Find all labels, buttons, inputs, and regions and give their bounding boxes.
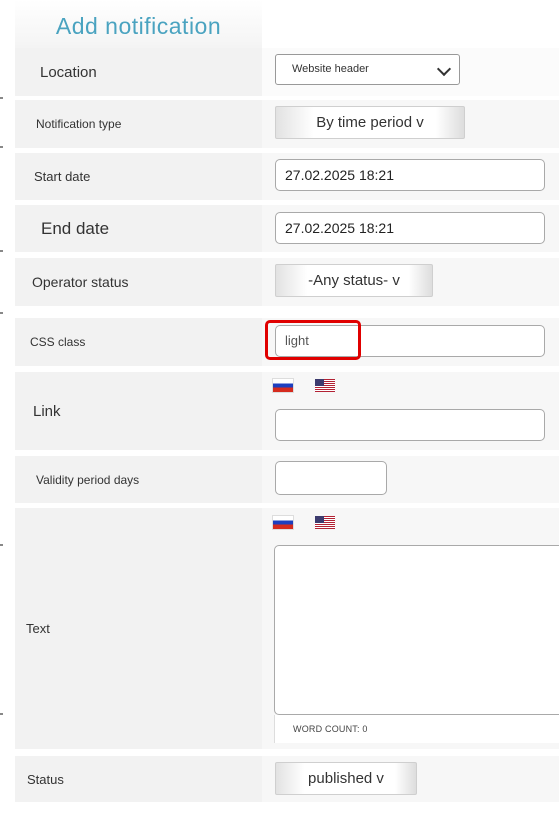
chevron-down-icon	[436, 61, 452, 77]
validity-input[interactable]	[275, 461, 387, 495]
russian-flag-icon[interactable]	[273, 379, 293, 392]
end-date-row: End date 27.02.2025 18:21	[15, 205, 559, 252]
text-field: WORD COUNT: 0	[262, 508, 559, 749]
status-field: published v	[262, 756, 559, 802]
status-row: Status published v	[15, 756, 559, 802]
operator-status-select[interactable]: -Any status- v	[275, 264, 433, 297]
start-date-input[interactable]: 27.02.2025 18:21	[275, 159, 545, 191]
end-date-field: 27.02.2025 18:21	[262, 205, 559, 252]
word-count: WORD COUNT: 0	[293, 724, 368, 734]
notification-type-field: By time period v	[262, 100, 559, 148]
location-select-value: Website header	[292, 63, 369, 75]
start-date-field: 27.02.2025 18:21	[262, 153, 559, 200]
highlight-box	[265, 320, 361, 360]
validity-row: Validity period days	[15, 456, 559, 503]
notification-type-label: Notification type	[15, 100, 262, 148]
us-flag-icon[interactable]	[315, 379, 335, 392]
editor-status-bar: WORD COUNT: 0	[274, 715, 559, 743]
operator-status-label: Operator status	[15, 258, 262, 306]
edge-mark	[0, 146, 3, 148]
edge-mark	[0, 312, 3, 314]
operator-status-field: -Any status- v	[262, 258, 559, 306]
text-row: Text WORD COUNT: 0	[15, 508, 559, 749]
operator-status-row: Operator status -Any status- v	[15, 258, 559, 306]
css-class-label: CSS class	[15, 318, 262, 366]
us-flag-icon[interactable]	[315, 516, 335, 529]
location-label: Location	[15, 48, 262, 96]
russian-flag-icon[interactable]	[273, 516, 293, 529]
status-label: Status	[15, 756, 262, 802]
link-field	[262, 372, 559, 450]
edge-mark	[0, 250, 3, 252]
link-input[interactable]	[275, 409, 545, 441]
link-row: Link	[15, 372, 559, 450]
location-row: Location Website header	[15, 48, 559, 96]
status-select[interactable]: published v	[275, 762, 417, 795]
text-editor[interactable]	[274, 545, 559, 715]
page-title: Add notification	[15, 0, 262, 48]
start-date-row: Start date 27.02.2025 18:21	[15, 153, 559, 200]
notification-type-row: Notification type By time period v	[15, 100, 559, 148]
end-date-label: End date	[15, 205, 262, 252]
edge-mark	[0, 713, 3, 715]
location-field: Website header	[262, 48, 559, 96]
edge-mark	[0, 544, 3, 546]
validity-field	[262, 456, 559, 503]
notification-type-select[interactable]: By time period v	[275, 106, 465, 139]
edge-mark	[0, 97, 3, 99]
location-select[interactable]: Website header	[275, 54, 460, 85]
validity-label: Validity period days	[15, 456, 262, 503]
text-label: Text	[15, 508, 262, 749]
link-label: Link	[15, 372, 262, 450]
end-date-input[interactable]: 27.02.2025 18:21	[275, 212, 545, 244]
start-date-label: Start date	[15, 153, 262, 200]
